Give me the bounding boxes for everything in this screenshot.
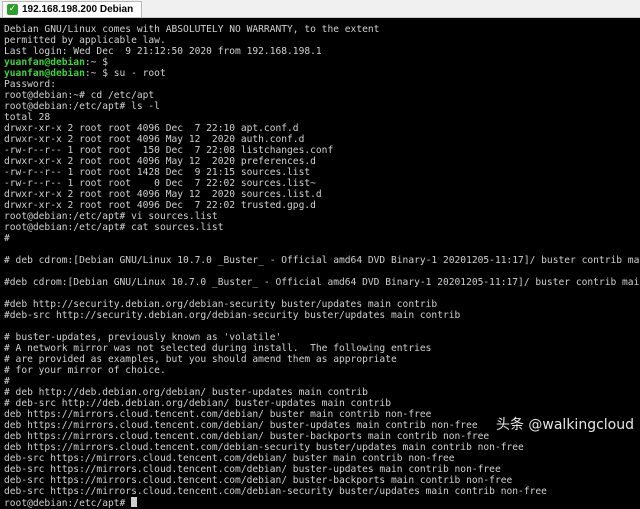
terminal-line: Password: <box>4 79 640 90</box>
terminal-line-text: deb-src https://mirrors.cloud.tencent.co… <box>4 486 547 497</box>
terminal-line: # deb cdrom:[Debian GNU/Linux 10.7.0 _Bu… <box>4 255 640 266</box>
terminal-line-text: root@debian:~# cd /etc/apt <box>4 90 155 101</box>
terminal-line: Last login: Wed Dec 9 21:12:50 2020 from… <box>4 46 640 57</box>
terminal-line-text: Last login: Wed Dec 9 21:12:50 2020 from… <box>4 46 322 57</box>
terminal-line: drwxr-xr-x 2 root root 4096 Dec 7 22:10 … <box>4 123 640 134</box>
terminal-line-text: root@debian:/etc/apt# vi sources.list <box>4 211 218 222</box>
terminal-line: Debian GNU/Linux comes with ABSOLUTELY N… <box>4 24 640 35</box>
tab-bar: ✓ 192.168.198.200 Debian <box>0 0 640 18</box>
terminal-line-text: root@debian:/etc/apt# cat sources.list <box>4 222 224 233</box>
terminal-line: drwxr-xr-x 2 root root 4096 May 12 2020 … <box>4 156 640 167</box>
terminal-line: deb-src https://mirrors.cloud.tencent.co… <box>4 453 640 464</box>
terminal-line: root@debian:/etc/apt# <box>4 497 640 509</box>
terminal-line-text: drwxr-xr-x 2 root root 4096 May 12 2020 … <box>4 134 305 145</box>
terminal-line: root@debian:/etc/apt# ls -l <box>4 101 640 112</box>
terminal-line: root@debian:/etc/apt# cat sources.list <box>4 222 640 233</box>
terminal-line: drwxr-xr-x 2 root root 4096 Dec 7 22:02 … <box>4 200 640 211</box>
terminal-line: #deb http://security.debian.org/debian-s… <box>4 299 640 310</box>
terminal-line-text: root@debian:/etc/apt# ls -l <box>4 101 160 112</box>
terminal-line-text: Debian GNU/Linux comes with ABSOLUTELY N… <box>4 24 380 35</box>
text-cursor <box>131 497 138 507</box>
terminal-line: deb https://mirrors.cloud.tencent.com/de… <box>4 442 640 453</box>
terminal-line-text: -rw-r--r-- 1 root root 150 Dec 7 22:08 l… <box>4 145 334 156</box>
terminal-line: total 28 <box>4 112 640 123</box>
terminal-line-text: # A network mirror was not selected duri… <box>4 343 432 354</box>
terminal-line: # are provided as examples, but you shou… <box>4 354 640 365</box>
session-tab-title: 192.168.198.200 Debian <box>22 4 134 15</box>
terminal-line: yuanfan@debian:~ $ su - root <box>4 68 640 79</box>
prompt-user: yuanfan@debian <box>4 68 85 79</box>
terminal-line-text: #deb cdrom:[Debian GNU/Linux 10.7.0 _Bus… <box>4 277 640 288</box>
terminal-output: Debian GNU/Linux comes with ABSOLUTELY N… <box>0 18 640 509</box>
terminal-line: # deb-src http://deb.debian.org/debian/ … <box>4 398 640 409</box>
terminal-line: # deb http://deb.debian.org/debian/ bust… <box>4 387 640 398</box>
terminal-line-text: drwxr-xr-x 2 root root 4096 May 12 2020 … <box>4 189 322 200</box>
terminal-line-text: -rw-r--r-- 1 root root 1428 Dec 9 21:15 … <box>4 167 311 178</box>
terminal-line-text: # are provided as examples, but you shou… <box>4 354 397 365</box>
terminal-line-text: Password: <box>4 79 56 90</box>
terminal-line: # <box>4 233 640 244</box>
terminal-line-text: # buster-updates, previously known as 'v… <box>4 332 282 343</box>
terminal-line-text: :~ $ <box>84 57 108 68</box>
terminal-line-text: root@debian:/etc/apt# <box>4 498 132 509</box>
terminal-line-text: # deb http://deb.debian.org/debian/ bust… <box>4 387 368 398</box>
terminal-line-text: deb https://mirrors.cloud.tencent.com/de… <box>4 442 524 453</box>
terminal-line-text: permitted by applicable law. <box>4 35 166 46</box>
prompt-user: yuanfan@debian <box>4 57 85 68</box>
terminal-line: -rw-r--r-- 1 root root 150 Dec 7 22:08 l… <box>4 145 640 156</box>
terminal-line-text: drwxr-xr-x 2 root root 4096 May 12 2020 … <box>4 156 316 167</box>
terminal-line: #deb cdrom:[Debian GNU/Linux 10.7.0 _Bus… <box>4 277 640 288</box>
terminal-line-text: :~ $ su - root <box>84 68 166 79</box>
terminal-line-text: drwxr-xr-x 2 root root 4096 Dec 7 22:02 … <box>4 200 316 211</box>
terminal-line-text: deb https://mirrors.cloud.tencent.com/de… <box>4 431 490 442</box>
terminal-line-text: # for your mirror of choice. <box>4 365 166 376</box>
terminal-line: # for your mirror of choice. <box>4 365 640 376</box>
terminal-line-text: # deb-src http://deb.debian.org/debian/ … <box>4 398 391 409</box>
terminal-line-text: #deb http://security.debian.org/debian-s… <box>4 299 438 310</box>
session-tab[interactable]: ✓ 192.168.198.200 Debian <box>2 1 143 17</box>
terminal-line: deb-src https://mirrors.cloud.tencent.co… <box>4 486 640 497</box>
terminal-line-text: # <box>4 233 10 244</box>
terminal-line-text: # <box>4 376 10 387</box>
terminal-line: root@debian:~# cd /etc/apt <box>4 90 640 101</box>
terminal-line-text: # deb cdrom:[Debian GNU/Linux 10.7.0 _Bu… <box>4 255 640 266</box>
check-icon: ✓ <box>7 4 18 15</box>
terminal-window[interactable]: Debian GNU/Linux comes with ABSOLUTELY N… <box>0 18 640 509</box>
terminal-line-text: deb-src https://mirrors.cloud.tencent.co… <box>4 475 513 486</box>
terminal-line: deb-src https://mirrors.cloud.tencent.co… <box>4 464 640 475</box>
terminal-line: drwxr-xr-x 2 root root 4096 May 12 2020 … <box>4 134 640 145</box>
terminal-line: root@debian:/etc/apt# vi sources.list <box>4 211 640 222</box>
terminal-line-text: #deb-src http://security.debian.org/debi… <box>4 310 461 321</box>
terminal-line: -rw-r--r-- 1 root root 0 Dec 7 22:02 sou… <box>4 178 640 189</box>
terminal-line-text: total 28 <box>4 112 51 123</box>
terminal-line: # A network mirror was not selected duri… <box>4 343 640 354</box>
terminal-line-text: deb-src https://mirrors.cloud.tencent.co… <box>4 464 501 475</box>
terminal-line-text: -rw-r--r-- 1 root root 0 Dec 7 22:02 sou… <box>4 178 316 189</box>
terminal-line-text: deb https://mirrors.cloud.tencent.com/de… <box>4 409 432 420</box>
terminal-line: -rw-r--r-- 1 root root 1428 Dec 9 21:15 … <box>4 167 640 178</box>
terminal-line-text: deb-src https://mirrors.cloud.tencent.co… <box>4 453 455 464</box>
terminal-line: deb-src https://mirrors.cloud.tencent.co… <box>4 475 640 486</box>
watermark: 头条 @walkingcloud <box>495 417 634 433</box>
terminal-line: # buster-updates, previously known as 'v… <box>4 332 640 343</box>
terminal-line: #deb-src http://security.debian.org/debi… <box>4 310 640 321</box>
terminal-line: yuanfan@debian:~ $ <box>4 57 640 68</box>
terminal-line: permitted by applicable law. <box>4 35 640 46</box>
terminal-line: drwxr-xr-x 2 root root 4096 May 12 2020 … <box>4 189 640 200</box>
terminal-line-text: deb https://mirrors.cloud.tencent.com/de… <box>4 420 478 431</box>
terminal-line: # <box>4 376 640 387</box>
terminal-line-text: drwxr-xr-x 2 root root 4096 Dec 7 22:10 … <box>4 123 299 134</box>
